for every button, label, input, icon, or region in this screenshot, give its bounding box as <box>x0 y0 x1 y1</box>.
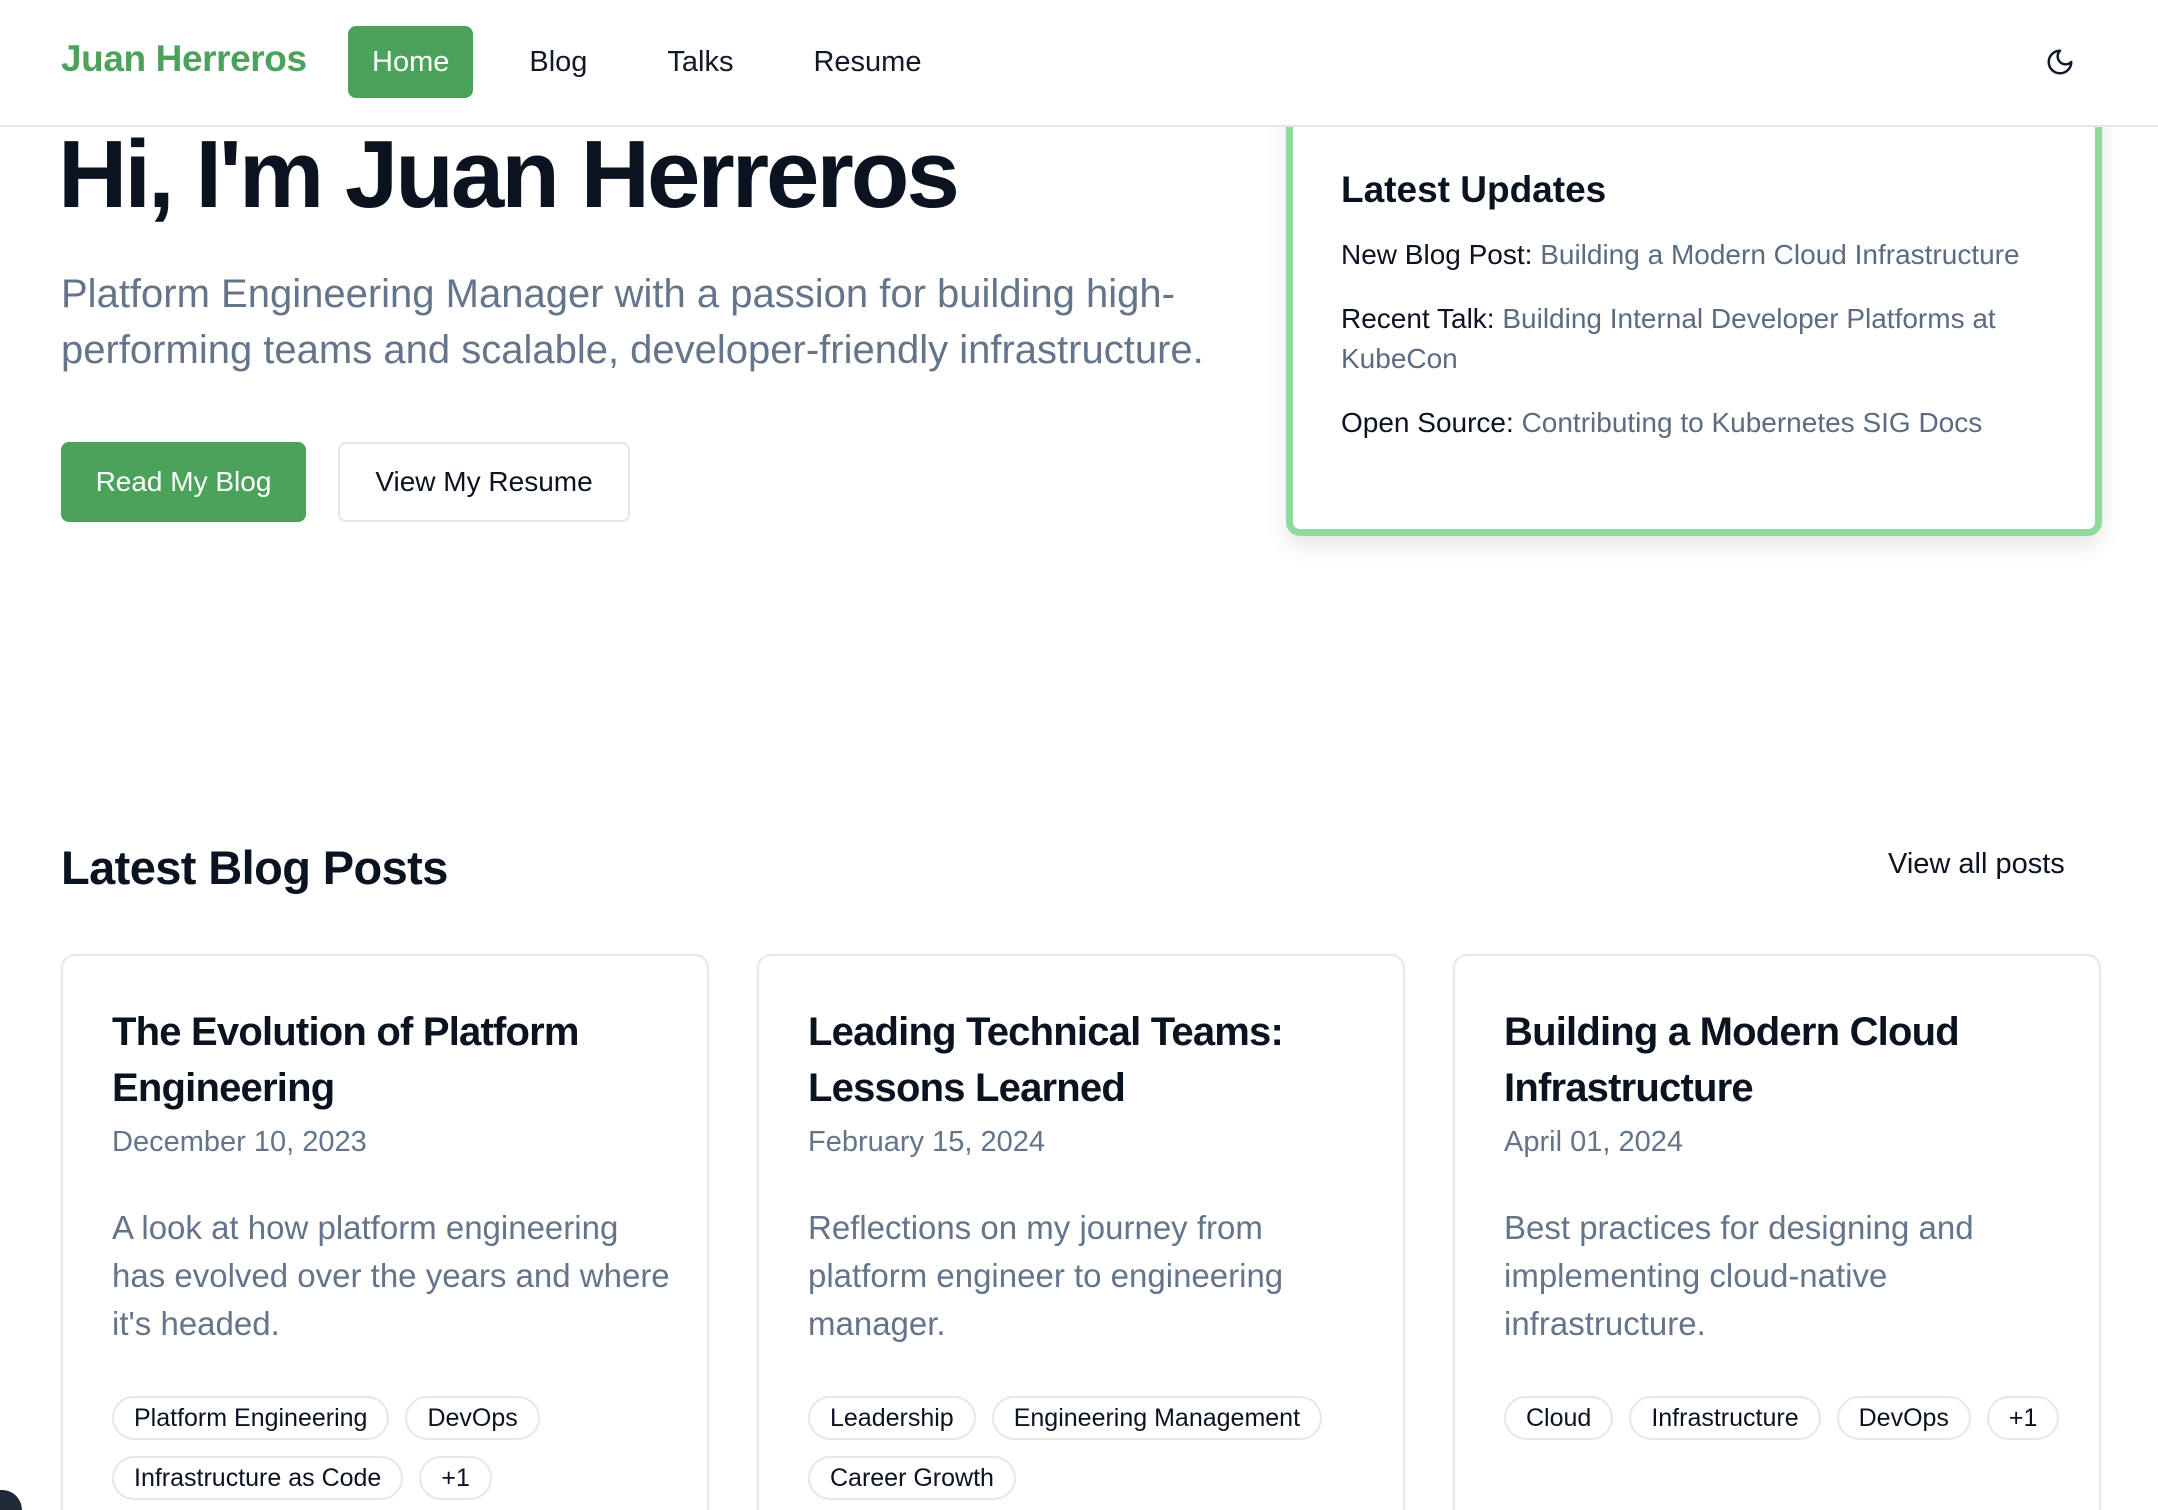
hero-title: Hi, I'm Juan Herreros <box>58 121 960 228</box>
nav-item-blog[interactable]: Blog <box>505 26 611 98</box>
tag-badge[interactable]: Cloud <box>1504 1396 1614 1440</box>
main-nav: Home Blog Talks Resume <box>348 26 977 98</box>
post-title[interactable]: The Evolution of Platform Engineering <box>112 1004 659 1116</box>
hero-subtitle: Platform Engineering Manager with a pass… <box>61 272 1204 372</box>
tag-badge[interactable]: DevOps <box>1836 1396 1971 1440</box>
tag-badge[interactable]: Leadership <box>808 1396 976 1440</box>
post-description: Best practices for designing and impleme… <box>1504 1209 1974 1342</box>
post-title[interactable]: Building a Modern Cloud Infrastructure <box>1504 1004 2051 1116</box>
nav-item-resume[interactable]: Resume <box>789 26 945 98</box>
read-my-blog-button[interactable]: Read My Blog <box>61 442 306 522</box>
post-tags: Cloud Infrastructure DevOps +1 <box>1504 1396 2064 1440</box>
page: Juan Herreros Home Blog Talks Resume Hi,… <box>0 0 2158 1510</box>
site-header: Juan Herreros Home Blog Talks Resume <box>0 0 2158 127</box>
nav-item-talks[interactable]: Talks <box>643 26 757 98</box>
update-item-talk: Recent Talk: Building Internal Developer… <box>1341 299 2041 379</box>
post-date: February 15, 2024 <box>808 1126 1045 1158</box>
update-label: New Blog Post: <box>1341 239 1533 270</box>
post-date: December 10, 2023 <box>112 1126 367 1158</box>
more-tags-badge[interactable]: +1 <box>1986 1396 2060 1440</box>
post-title[interactable]: Leading Technical Teams: Lessons Learned <box>808 1004 1355 1116</box>
brand-logo-link[interactable]: Juan Herreros <box>61 38 307 80</box>
tag-badge[interactable]: Engineering Management <box>991 1396 1323 1440</box>
blog-post-card[interactable]: Building a Modern Cloud Infrastructure A… <box>1453 954 2101 1510</box>
post-tags: Leadership Engineering Management Career… <box>808 1396 1368 1500</box>
update-link[interactable]: Contributing to Kubernetes SIG Docs <box>1522 407 1983 438</box>
latest-blog-posts-title: Latest Blog Posts <box>61 841 448 894</box>
tag-badge[interactable]: Career Growth <box>808 1456 1016 1500</box>
latest-updates-card: Latest Updates New Blog Post: Building a… <box>1286 60 2102 536</box>
update-item-open-source: Open Source: Contributing to Kubernetes … <box>1341 403 2041 443</box>
blog-post-card[interactable]: The Evolution of Platform Engineering De… <box>61 954 709 1510</box>
more-tags-badge[interactable]: +1 <box>419 1456 492 1500</box>
view-all-posts-link[interactable]: View all posts <box>1888 848 2065 881</box>
latest-updates-title: Latest Updates <box>1341 169 1607 210</box>
blog-post-card[interactable]: Leading Technical Teams: Lessons Learned… <box>757 954 1405 1510</box>
moon-icon <box>2047 49 2073 75</box>
post-description: Reflections on my journey from platform … <box>808 1209 1284 1342</box>
window-corner <box>0 1490 22 1510</box>
update-link[interactable]: Building a Modern Cloud Infrastructure <box>1540 239 2019 270</box>
tag-badge[interactable]: Platform Engineering <box>112 1396 390 1440</box>
view-my-resume-button[interactable]: View My Resume <box>338 442 630 522</box>
post-description: A look at how platform engineering has e… <box>112 1209 670 1342</box>
post-tags: Platform Engineering DevOps Infrastructu… <box>112 1396 672 1500</box>
post-date: April 01, 2024 <box>1504 1126 1683 1158</box>
nav-item-home[interactable]: Home <box>348 26 474 98</box>
tag-badge[interactable]: Infrastructure <box>1629 1396 1821 1440</box>
update-label: Open Source: <box>1341 407 1514 438</box>
update-label: Recent Talk: <box>1341 303 1495 334</box>
tag-badge[interactable]: Infrastructure as Code <box>112 1456 404 1500</box>
tag-badge[interactable]: DevOps <box>405 1396 540 1440</box>
theme-toggle-button[interactable] <box>2040 42 2080 82</box>
update-item-blog-post: New Blog Post: Building a Modern Cloud I… <box>1341 235 2041 275</box>
